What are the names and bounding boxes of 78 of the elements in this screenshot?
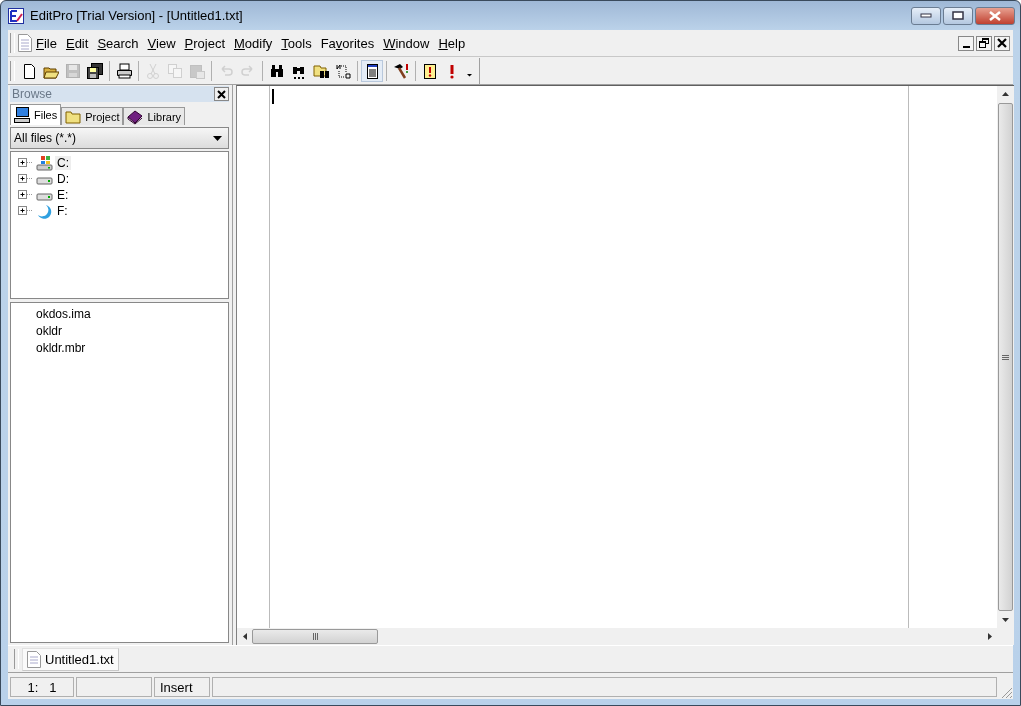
scroll-up-icon [1002,92,1009,96]
vertical-scrollbar[interactable] [997,86,1014,628]
folder-icon [65,108,82,125]
minimize-icon [920,12,932,19]
floppy-disks-icon [87,62,103,79]
app-logo-icon [8,7,24,24]
resize-grip-icon [999,685,1013,699]
redo-icon [240,62,256,79]
file-filter-dropdown[interactable]: All files (*.*) [10,127,229,149]
document-tab[interactable]: Untitled1.txt [22,647,119,671]
menu-item[interactable]: View [143,33,180,53]
grip-icon [1002,353,1009,361]
maximize-icon [952,11,964,20]
text-cursor [272,89,274,104]
book-icon [127,108,144,125]
cursor-position: 1: 1 [10,677,74,697]
restore-icon [979,38,989,48]
tree-item[interactable]: F: [55,204,70,218]
binoculars-icon [269,62,285,79]
menu-item[interactable]: File [32,33,61,53]
window-title: EditPro [Trial Version] - [Untitled1.txt] [30,8,244,23]
toolbar-button[interactable] [361,59,383,82]
hammer-icon [393,62,409,79]
clipboard-icon [189,62,205,79]
minimize-icon [962,46,970,48]
scroll-right-icon [987,633,992,640]
restore-button[interactable] [976,35,992,51]
scroll-down-icon [1002,618,1009,622]
menu-item[interactable]: Favorites [316,33,379,53]
document-icon [27,650,41,668]
drive-icon [36,177,53,185]
panel-tab[interactable]: Files [10,104,62,125]
computer-icon [14,107,30,123]
drive-windows-icon [36,155,53,171]
menu-item[interactable]: Window [379,33,434,53]
expand-icon[interactable] [18,189,34,201]
menu-item[interactable]: Project [180,33,229,53]
printer-icon [116,62,132,79]
drive-icon [36,193,53,201]
copy-icon [167,62,183,79]
scroll-thumb[interactable] [998,103,1013,611]
close-icon [997,38,1007,48]
menu-item[interactable]: Help [434,33,470,53]
exclamation-document-icon [422,62,438,79]
document-icon [18,34,32,52]
minimize-button[interactable] [958,35,974,51]
binoculars-folder-icon [313,62,329,79]
menu-item[interactable]: Edit [61,33,93,53]
grip-icon [311,633,319,640]
scissors-icon [145,62,161,79]
maximize-button[interactable] [943,6,973,25]
panel-title: Browse [11,87,53,101]
expand-icon[interactable] [18,205,34,217]
close-button[interactable] [214,87,229,101]
expand-icon[interactable] [18,173,34,185]
list-entry[interactable]: okldr [36,324,228,341]
close-button[interactable] [994,35,1010,51]
dropdown-arrow-icon [213,135,222,141]
new-file-icon [21,62,37,79]
tree-item[interactable]: C: [55,156,71,170]
scroll-thumb[interactable] [252,629,378,644]
menu-item[interactable]: Search [93,33,143,53]
expand-icon[interactable] [18,157,34,169]
panel-tab[interactable]: Library [123,107,186,125]
edit-mode: Insert [154,677,210,697]
menu-item[interactable]: Tools [277,33,316,53]
tree-item[interactable]: D: [55,172,71,186]
replace-icon [335,62,351,79]
scroll-left-icon [242,633,247,640]
list-entry[interactable]: okldr.mbr [36,341,228,358]
tree-item[interactable]: E: [55,188,71,202]
dropdown-arrow-icon [466,74,472,77]
close-icon [988,10,1002,21]
panel-tab[interactable]: Project [61,107,124,125]
list-entry[interactable]: okdos.ima [36,307,228,324]
menu-item[interactable]: Modify [230,33,277,53]
document-lines-icon [364,62,380,79]
undo-icon [218,62,234,79]
